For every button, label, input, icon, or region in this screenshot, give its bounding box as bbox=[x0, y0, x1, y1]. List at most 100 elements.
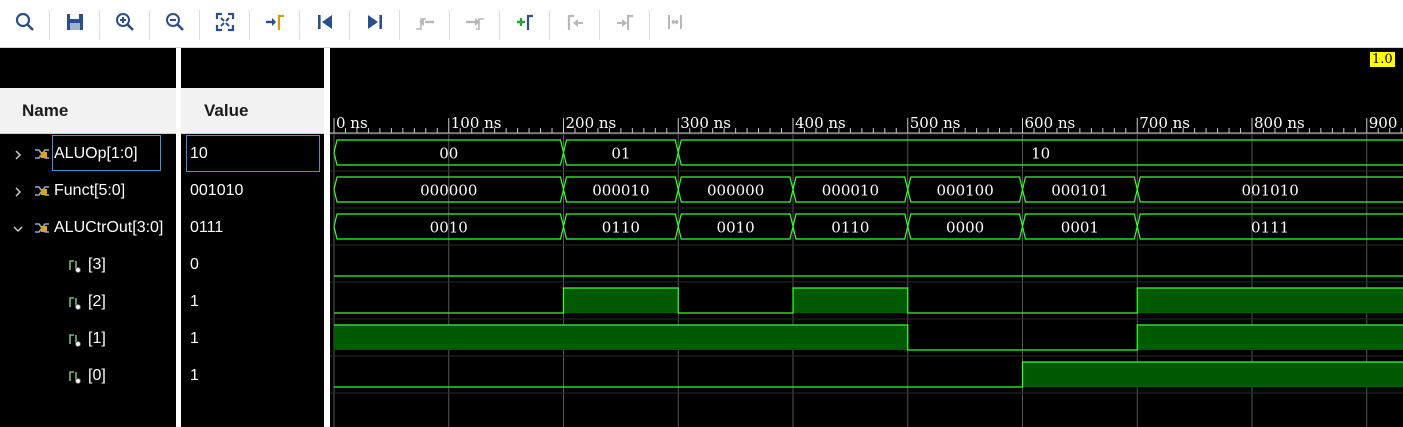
go-to-end-button[interactable] bbox=[360, 9, 390, 39]
toolbar-separator bbox=[299, 10, 300, 40]
timeline-tick-label: 500 ns bbox=[910, 114, 961, 132]
next-marker-button bbox=[610, 9, 640, 39]
previous-transition-button bbox=[410, 9, 440, 39]
bit-signal-icon bbox=[68, 258, 84, 273]
chevron-down-icon[interactable] bbox=[12, 222, 24, 234]
signal-name-label: [1] bbox=[88, 329, 106, 347]
add-marker-button[interactable] bbox=[510, 9, 540, 39]
signal-values-pane: Value 10 001010 0111 0 1 1 1 bbox=[181, 48, 324, 427]
timeline-tick-label: 900 bbox=[1369, 114, 1398, 132]
bus-value-label: 000101 bbox=[1051, 182, 1108, 200]
zoom-out-icon bbox=[164, 11, 186, 38]
bit-signal-icon bbox=[68, 295, 84, 310]
signal-name-label: [2] bbox=[88, 292, 106, 310]
bus-value-label: 000000 bbox=[420, 182, 477, 200]
next-transition-icon bbox=[464, 11, 486, 38]
bus-signal-icon bbox=[34, 147, 50, 161]
cursor-time-label: 1.0 bbox=[1370, 52, 1395, 67]
value-column-header[interactable]: Value bbox=[181, 88, 324, 134]
signal-name-label: [3] bbox=[88, 255, 106, 273]
bus-signal-icon bbox=[34, 221, 50, 235]
waveform-canvas[interactable]: 0 ns 100 ns 200 ns 300 ns 400 ns 500 ns 600 ns… bbox=[330, 48, 1403, 427]
bus-value-label: 0110 bbox=[831, 219, 869, 237]
signal-name-label: Funct[5:0] bbox=[54, 181, 126, 199]
toolbar-separator bbox=[599, 10, 600, 40]
toolbar-separator bbox=[449, 10, 450, 40]
toolbar-separator bbox=[349, 10, 350, 40]
bus-value-label: 000100 bbox=[936, 182, 993, 200]
timeline-tick-label: 600 ns bbox=[1025, 114, 1076, 132]
bus-signal-icon bbox=[34, 184, 50, 198]
signal-value-cell: 1 bbox=[190, 366, 199, 384]
waveform-toolbar bbox=[0, 0, 1403, 48]
bus-value-label: 00 bbox=[439, 145, 458, 163]
toolbar-separator bbox=[99, 10, 100, 40]
save-icon bbox=[64, 11, 86, 38]
zoom-in-button[interactable] bbox=[110, 9, 140, 39]
zoom-fit-button[interactable] bbox=[210, 9, 240, 39]
chevron-right-icon[interactable] bbox=[12, 185, 24, 197]
go-to-cursor-icon bbox=[264, 11, 286, 38]
signal-name-label: ALUCtrOut[3:0] bbox=[54, 218, 164, 236]
bit-signal-icon bbox=[68, 332, 84, 347]
signal-name-row[interactable]: ALUCtrOut[3:0] bbox=[0, 209, 176, 246]
previous-marker-icon bbox=[564, 11, 586, 38]
zoom-in-icon bbox=[114, 11, 136, 38]
signal-value-cell: 10 bbox=[186, 135, 320, 172]
bus-value-label: 01 bbox=[611, 145, 630, 163]
add-marker-icon bbox=[514, 11, 536, 38]
timeline-tick-label: 300 ns bbox=[680, 114, 731, 132]
signal-name-row[interactable]: Funct[5:0] bbox=[0, 172, 176, 209]
signal-name-row[interactable]: [0] bbox=[0, 357, 176, 394]
signal-name-row[interactable]: [1] bbox=[0, 320, 176, 357]
next-transition-button bbox=[460, 9, 490, 39]
timeline-tick-label: 200 ns bbox=[566, 114, 617, 132]
high-level-fill bbox=[563, 288, 679, 313]
toolbar-separator bbox=[649, 10, 650, 40]
high-level-fill bbox=[1022, 362, 1403, 387]
signal-name-row[interactable]: ALUOp[1:0] bbox=[0, 135, 176, 172]
save-button[interactable] bbox=[60, 9, 90, 39]
toolbar-separator bbox=[149, 10, 150, 40]
toolbar-separator bbox=[499, 10, 500, 40]
timeline-tick-label: 400 ns bbox=[795, 114, 846, 132]
bus-value-label: 0010 bbox=[717, 219, 755, 237]
signal-value-cell: 0111 bbox=[190, 218, 224, 236]
high-level-fill bbox=[334, 325, 908, 350]
name-column-header[interactable]: Name bbox=[0, 88, 176, 134]
bus-value-label: 000000 bbox=[707, 182, 764, 200]
go-to-cursor-button[interactable] bbox=[260, 9, 290, 39]
toolbar-separator bbox=[399, 10, 400, 40]
toolbar-separator bbox=[249, 10, 250, 40]
timeline-tick-label: 700 ns bbox=[1139, 114, 1190, 132]
go-to-start-icon bbox=[314, 11, 336, 38]
toolbar-separator bbox=[549, 10, 550, 40]
signal-value-cell: 0 bbox=[190, 255, 199, 273]
signal-name-row[interactable]: [3] bbox=[0, 246, 176, 283]
search-icon bbox=[14, 11, 36, 38]
waveform-pane[interactable]: 0 ns 100 ns 200 ns 300 ns 400 ns 500 ns 600 ns… bbox=[330, 48, 1403, 427]
signal-name-row[interactable]: [2] bbox=[0, 283, 176, 320]
go-to-start-button[interactable] bbox=[310, 9, 340, 39]
selection-outline bbox=[52, 135, 161, 171]
bus-value-label: 000010 bbox=[592, 182, 649, 200]
zoom-fit-icon bbox=[214, 11, 236, 38]
signal-names-pane: Name ALUOp[1:0] Funct[5:0] ALUCtrOut[3:0] [… bbox=[0, 48, 176, 427]
bus-value-label: 0010 bbox=[430, 219, 468, 237]
bit-signal-icon bbox=[68, 369, 84, 384]
signal-value-cell: 1 bbox=[190, 292, 199, 310]
signal-value-cell: 1 bbox=[190, 329, 199, 347]
chevron-right-icon[interactable] bbox=[12, 148, 24, 160]
go-to-end-icon bbox=[364, 11, 386, 38]
search-button[interactable] bbox=[10, 9, 40, 39]
signal-value-cell: 001010 bbox=[190, 181, 244, 199]
bus-value-label: 0001 bbox=[1061, 219, 1099, 237]
previous-marker-button bbox=[560, 9, 590, 39]
timeline-tick-label: 800 ns bbox=[1254, 114, 1305, 132]
high-level-fill bbox=[1137, 288, 1403, 313]
previous-transition-icon bbox=[414, 11, 436, 38]
timeline-tick-label: 0 ns bbox=[336, 114, 368, 132]
bus-value-label: 000010 bbox=[822, 182, 879, 200]
zoom-out-button[interactable] bbox=[160, 9, 190, 39]
bus-value-label: 0111 bbox=[1251, 219, 1289, 237]
